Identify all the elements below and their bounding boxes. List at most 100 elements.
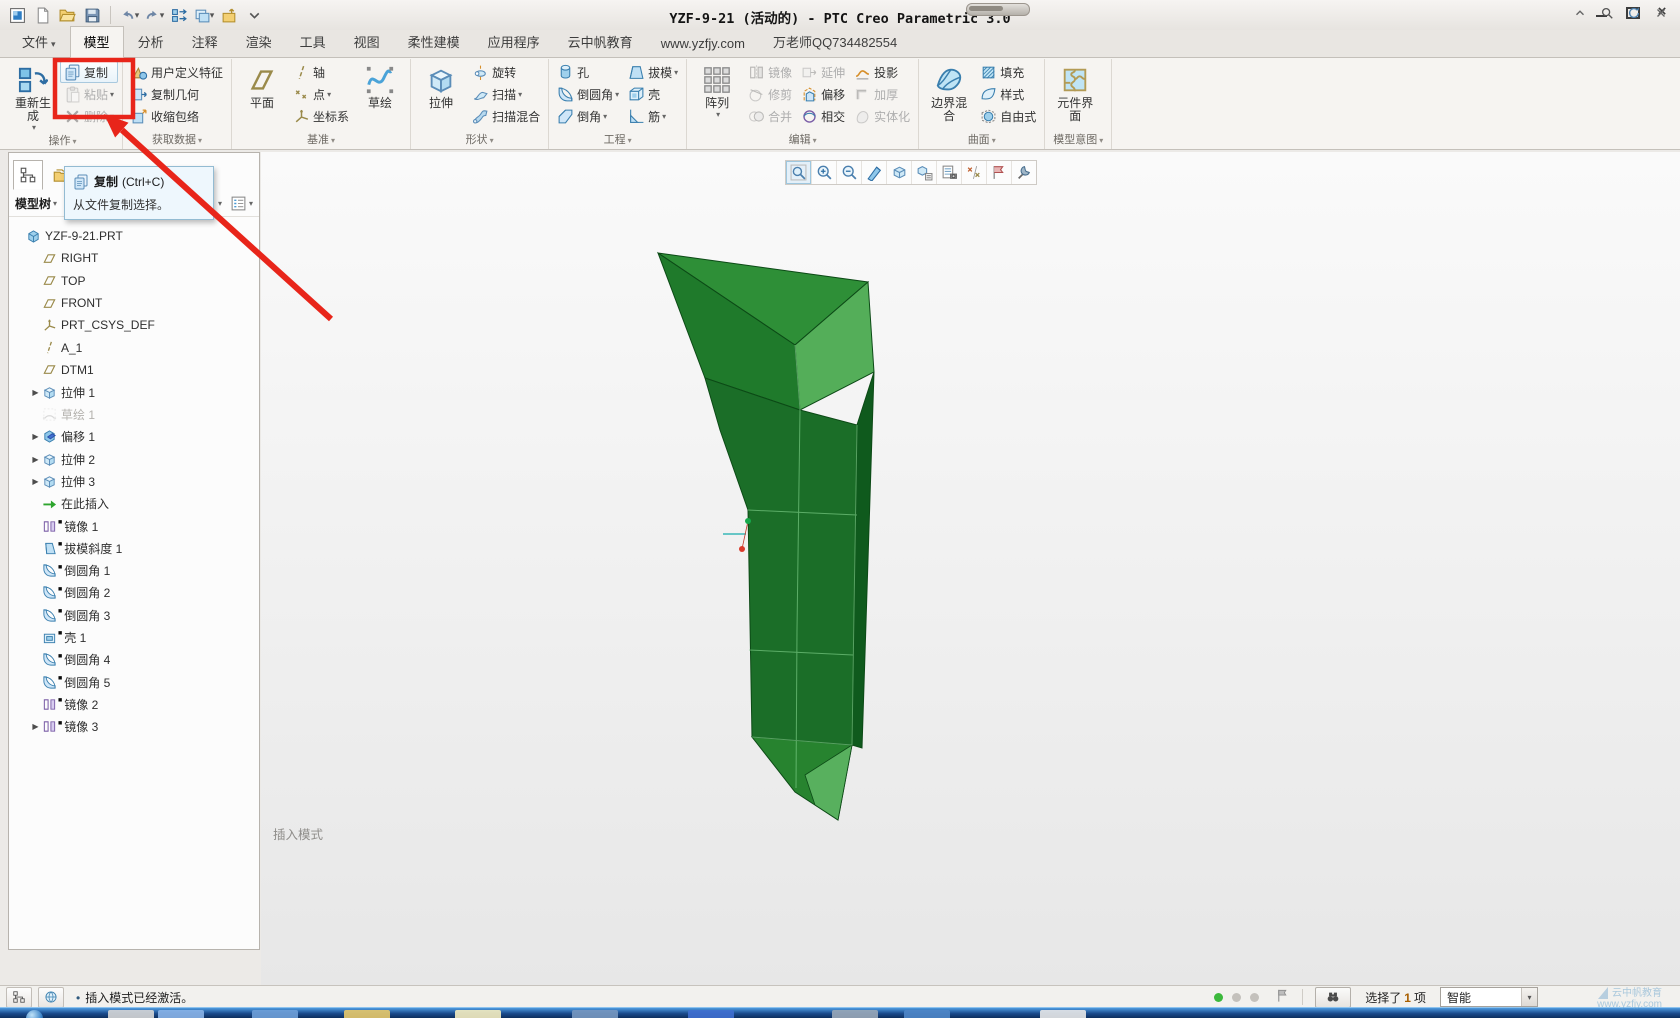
tree-item[interactable]: DTM1 <box>9 359 259 381</box>
model-player-button[interactable] <box>168 4 190 26</box>
tree-item[interactable]: PRT_CSYS_DEF <box>9 314 259 336</box>
graphics-settings-button[interactable] <box>1011 161 1036 184</box>
chamfer-button[interactable]: 倒角▾ <box>553 105 623 127</box>
round-button[interactable]: 倒圆角▾ <box>553 83 623 105</box>
tree-item[interactable]: ■倒圆角 4 <box>9 649 259 671</box>
point-button[interactable]: 点▾ <box>289 83 353 105</box>
tree-item[interactable]: YZF-9-21.PRT <box>9 225 259 247</box>
close-x-icon[interactable] <box>1654 6 1668 20</box>
tab-yzf-teacher-qq[interactable]: 万老师QQ734482554 <box>759 26 911 58</box>
udf-button[interactable]: 用户定义特征 <box>127 61 227 83</box>
windows-taskbar[interactable] <box>0 1007 1680 1018</box>
zoom-refit-button[interactable] <box>786 161 811 184</box>
swept-blend-button[interactable]: 扫描混合 <box>468 105 544 127</box>
group-label-datum[interactable]: 基准▾ <box>234 133 408 149</box>
copy-button[interactable]: 复制 <box>60 61 118 83</box>
tree-item[interactable]: 在此插入 <box>9 493 259 515</box>
collapse-ribbon-icon[interactable] <box>1573 6 1587 20</box>
taskbar-item[interactable] <box>252 1010 298 1018</box>
project-button[interactable]: 投影 <box>850 61 914 83</box>
zoom-in-button[interactable] <box>811 161 836 184</box>
search-icon[interactable] <box>1600 6 1614 20</box>
taskbar-item[interactable] <box>158 1010 204 1018</box>
tree-item[interactable]: ▶偏移 1 <box>9 426 259 448</box>
tab-annotate[interactable]: 注释 <box>178 26 232 58</box>
sync-icon[interactable] <box>1627 6 1641 20</box>
window-group-button[interactable]: ▾ <box>193 4 215 26</box>
annotation-display-button[interactable] <box>986 161 1011 184</box>
tree-item[interactable]: ▶拉伸 1 <box>9 381 259 403</box>
tree-item[interactable]: ■倒圆角 1 <box>9 559 259 581</box>
pattern-button[interactable]: 阵列▾ <box>691 61 743 131</box>
taskbar-item[interactable] <box>455 1010 501 1018</box>
shrinkwrap-button[interactable]: 收缩包络 <box>127 105 227 127</box>
tree-item[interactable]: FRONT <box>9 292 259 314</box>
tab-applications[interactable]: 应用程序 <box>474 26 554 58</box>
plane-button[interactable]: 平面 <box>236 61 288 131</box>
zoom-out-button[interactable] <box>836 161 861 184</box>
redo-button[interactable]: ▾ <box>143 4 165 26</box>
taskbar-item[interactable] <box>688 1010 734 1018</box>
tree-item[interactable]: ■壳 1 <box>9 626 259 648</box>
regenerate-button[interactable]: 重新生成▾ <box>7 61 59 134</box>
taskbar-item[interactable] <box>1040 1010 1086 1018</box>
group-label-shapes[interactable]: 形状▾ <box>413 133 546 149</box>
tree-columns-icon[interactable] <box>230 195 247 212</box>
tree-item[interactable]: ▶拉伸 2 <box>9 448 259 470</box>
group-label-operations[interactable]: 操作▾ <box>5 134 120 149</box>
tree-item[interactable]: ▶■镜像 3 <box>9 716 259 738</box>
save-button[interactable] <box>81 4 103 26</box>
tab-flexible-modeling[interactable]: 柔性建模 <box>394 26 474 58</box>
tree-panel-tab-tree-toggle[interactable] <box>13 160 43 190</box>
toolbar-options-caret-button[interactable] <box>243 4 265 26</box>
tree-title-caret[interactable]: ▾ <box>53 199 57 208</box>
extrude-button[interactable]: 拉伸 <box>415 61 467 131</box>
tab-yzf-site[interactable]: www.yzfjy.com <box>647 30 759 58</box>
taskbar-item[interactable] <box>572 1010 618 1018</box>
component-interface-button[interactable]: 元件界面 <box>1049 61 1101 131</box>
repaint-button[interactable] <box>861 161 886 184</box>
fill-button[interactable]: 填充 <box>976 61 1040 83</box>
tree-item[interactable]: ■倒圆角 3 <box>9 604 259 626</box>
hole-button[interactable]: 孔 <box>553 61 623 83</box>
tab-yzf-education[interactable]: 云中帆教育 <box>554 26 647 58</box>
selection-filter-select[interactable]: 智能 ▾ <box>1440 987 1538 1007</box>
axis-button[interactable]: 轴 <box>289 61 353 83</box>
group-label-editing[interactable]: 编辑▾ <box>689 133 916 149</box>
tab-view[interactable]: 视图 <box>340 26 394 58</box>
tree-item[interactable]: ■拔模斜度 1 <box>9 537 259 559</box>
folder-up-button[interactable] <box>218 4 240 26</box>
tree-item[interactable]: ■倒圆角 2 <box>9 582 259 604</box>
tree-tools-caret[interactable]: ▾ <box>218 199 222 208</box>
tree-item[interactable]: 草绘 1 <box>9 403 259 425</box>
datum-display-button[interactable] <box>961 161 986 184</box>
tree-item[interactable]: A_1 <box>9 336 259 358</box>
group-label-engineering[interactable]: 工程▾ <box>551 133 684 149</box>
saved-orientations-button[interactable] <box>911 161 936 184</box>
copy-geometry-button[interactable]: 复制几何 <box>127 83 227 105</box>
sketch-button[interactable]: 草绘 <box>354 61 406 131</box>
new-file-button[interactable] <box>31 4 53 26</box>
taskbar-item[interactable] <box>108 1010 154 1018</box>
undo-button[interactable]: ▾ <box>118 4 140 26</box>
tab-file[interactable]: 文件▾ <box>8 26 70 58</box>
csys-button[interactable]: 坐标系 <box>289 105 353 127</box>
style-button[interactable]: 样式 <box>976 83 1040 105</box>
find-button[interactable] <box>1315 987 1351 1008</box>
freestyle-button[interactable]: 自由式 <box>976 105 1040 127</box>
tree-item[interactable]: ■镜像 1 <box>9 515 259 537</box>
creo-logo-button[interactable] <box>6 4 28 26</box>
flag-icon[interactable] <box>1275 988 1290 1006</box>
boundary-blend-button[interactable]: 边界混合 <box>923 61 975 131</box>
browser-toggle-button[interactable] <box>38 987 64 1008</box>
group-label-get-data[interactable]: 获取数据▾ <box>125 133 229 149</box>
display-style-button[interactable] <box>886 161 911 184</box>
view-manager-button[interactable] <box>936 161 961 184</box>
group-label-surfaces[interactable]: 曲面▾ <box>921 133 1042 149</box>
tree-item[interactable]: ■镜像 2 <box>9 693 259 715</box>
start-orb[interactable] <box>26 1010 43 1018</box>
tab-render[interactable]: 渲染 <box>232 26 286 58</box>
tree-toggle-button[interactable] <box>6 987 32 1008</box>
draft-button[interactable]: 拔模▾ <box>624 61 682 83</box>
taskbar-item[interactable] <box>344 1010 390 1018</box>
